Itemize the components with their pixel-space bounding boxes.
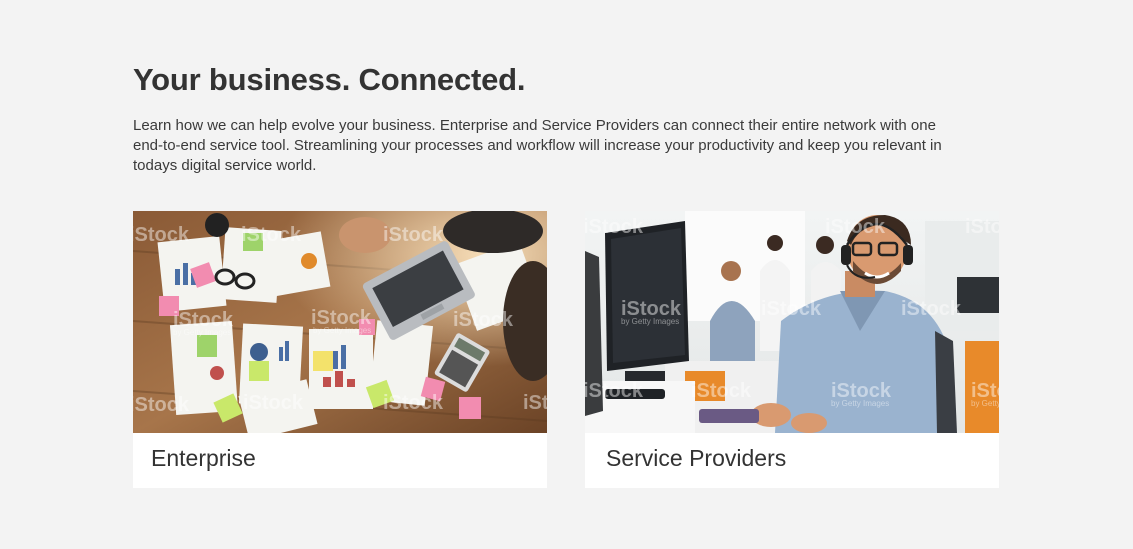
svg-text:iStock: iStock [825, 216, 886, 238]
svg-text:by Getty Images: by Getty Images [173, 328, 231, 337]
svg-text:by Getty Images: by Getty Images [621, 317, 679, 326]
service-providers-label: Service Providers [606, 445, 787, 471]
svg-text:iStock: iStock [523, 392, 547, 414]
service-providers-card[interactable]: iStock iStock iStock iStock iStock iStoc… [585, 211, 999, 488]
svg-text:iStock: iStock [901, 298, 962, 320]
svg-text:iStock: iStock [761, 298, 822, 320]
svg-text:iStock: iStock [243, 392, 304, 414]
svg-text:by Getty Images: by Getty Images [313, 326, 371, 335]
svg-text:by Getty Images: by Getty Images [971, 399, 999, 408]
svg-text:iStock: iStock [133, 224, 190, 246]
svg-text:iStock: iStock [241, 224, 302, 246]
svg-text:iStock: iStock [453, 309, 514, 331]
svg-text:iStock: iStock [585, 380, 644, 402]
svg-text:iStock: iStock [691, 380, 752, 402]
svg-text:iStock: iStock [383, 392, 444, 414]
call-center-photo: iStock iStock iStock iStock iStock iStoc… [585, 211, 999, 433]
enterprise-label: Enterprise [151, 445, 256, 471]
enterprise-card[interactable]: iStock iStock iStock iStock iStock iStoc… [133, 211, 547, 488]
svg-text:by Getty Images: by Getty Images [831, 399, 889, 408]
svg-text:iStock: iStock [383, 224, 444, 246]
svg-text:iStock: iStock [133, 394, 190, 416]
section-intro: Learn how we can help evolve your busine… [133, 117, 942, 174]
svg-text:iStock: iStock [585, 216, 644, 238]
section-title: Your business. Connected. [133, 62, 526, 97]
office-desk-photo: iStock iStock iStock iStock iStock iStoc… [133, 211, 547, 433]
svg-text:iStock: iStock [965, 216, 999, 238]
